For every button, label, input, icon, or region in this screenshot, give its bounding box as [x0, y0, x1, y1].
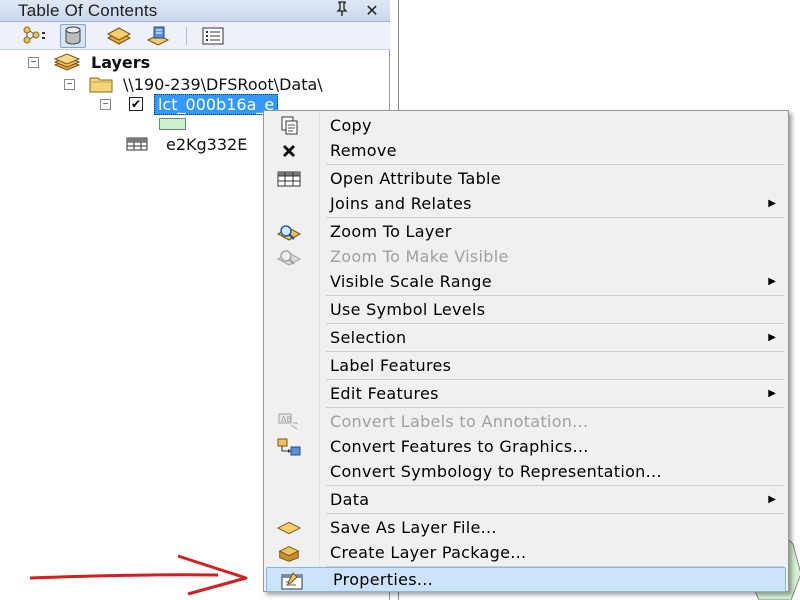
convert-labels-icon: AB: [276, 412, 302, 432]
menu-separator: [326, 217, 784, 218]
menu-item-label: Convert Symbology to Representation...: [330, 462, 662, 481]
remove-icon: [276, 141, 302, 161]
list-by-source-icon[interactable]: [60, 24, 86, 48]
menu-item-label: Label Features: [330, 356, 452, 375]
toolbar-separator: [186, 27, 187, 45]
menu-separator: [326, 323, 784, 324]
menu-separator: [326, 351, 784, 352]
menu-item-label: Properties...: [333, 570, 434, 589]
copy-icon: [276, 116, 302, 136]
menu-item-label: Use Symbol Levels: [330, 300, 486, 319]
submenu-arrow-icon: ▶: [768, 198, 776, 209]
collapse-icon[interactable]: −: [100, 98, 111, 110]
layer-visibility-checkbox[interactable]: ✔: [129, 97, 143, 111]
tree-row-layers[interactable]: − Layers: [28, 51, 150, 73]
close-icon[interactable]: ✕: [362, 1, 382, 21]
menu-item-label: Create Layer Package...: [330, 543, 527, 562]
zoom-to-make-visible-icon: [276, 247, 302, 267]
menu-separator: [326, 295, 784, 296]
menu-item-label: Remove: [330, 141, 397, 160]
toc-title: Table Of Contents: [18, 1, 158, 20]
list-by-selection-icon[interactable]: [146, 24, 172, 48]
menu-separator: [326, 164, 784, 165]
properties-icon: [279, 571, 305, 591]
list-by-visibility-icon[interactable]: [106, 24, 132, 48]
menu-item-label-features[interactable]: Label Features: [264, 353, 788, 378]
menu-item-label: Data: [330, 490, 370, 509]
layer-file-icon: [276, 518, 302, 538]
layer-symbol-swatch[interactable]: [159, 118, 186, 130]
menu-item-label: Copy: [330, 116, 372, 135]
menu-item-convert-features-to-graphics[interactable]: Convert Features to Graphics...: [264, 434, 788, 459]
selected-layer-label[interactable]: lct_000b16a_e: [154, 93, 279, 115]
red-annotation-arrow-icon: [29, 554, 248, 596]
menu-item-create-layer-package[interactable]: Create Layer Package...: [264, 540, 788, 565]
menu-item-visible-scale-range[interactable]: Visible Scale Range ▶: [264, 269, 788, 294]
collapse-icon[interactable]: −: [64, 78, 75, 90]
collapse-icon[interactable]: −: [28, 56, 39, 68]
tree-row-table[interactable]: e2Kg332E: [126, 133, 247, 155]
folder-path-label: \\190-239\DFSRoot\Data\: [123, 74, 323, 94]
menu-item-properties[interactable]: Properties...: [266, 567, 786, 592]
table-icon: [126, 137, 148, 151]
zoom-to-layer-icon: [276, 222, 302, 242]
menu-item-edit-features[interactable]: Edit Features ▶: [264, 381, 788, 406]
list-by-drawing-order-icon[interactable]: [22, 24, 48, 48]
folder-icon: [89, 75, 113, 93]
menu-item-save-as-layer-file[interactable]: Save As Layer File...: [264, 515, 788, 540]
menu-item-remove[interactable]: Remove: [264, 138, 788, 163]
menu-item-label: Edit Features: [330, 384, 439, 403]
options-icon[interactable]: [200, 24, 226, 48]
menu-item-use-symbol-levels[interactable]: Use Symbol Levels: [264, 297, 788, 322]
attribute-table-icon: [276, 169, 302, 189]
tree-row-layer[interactable]: − ✔ lct_000b16a_e: [100, 93, 279, 115]
menu-item-zoom-to-make-visible[interactable]: Zoom To Make Visible: [264, 244, 788, 269]
menu-item-label: Zoom To Layer: [330, 222, 452, 241]
menu-item-convert-symbology-to-representation[interactable]: Convert Symbology to Representation...: [264, 459, 788, 484]
menu-separator: [326, 379, 784, 380]
menu-item-label: Convert Labels to Annotation...: [330, 412, 589, 431]
layers-label: Layers: [91, 52, 151, 72]
convert-features-icon: [276, 437, 302, 457]
menu-item-open-attribute-table[interactable]: Open Attribute Table: [264, 166, 788, 191]
submenu-arrow-icon: ▶: [768, 276, 776, 287]
submenu-arrow-icon: ▶: [768, 494, 776, 505]
layers-icon: [53, 53, 81, 71]
menu-item-copy[interactable]: Copy: [264, 113, 788, 138]
menu-item-label: Visible Scale Range: [330, 272, 492, 291]
menu-item-label: Selection: [330, 328, 407, 347]
table-label: e2Kg332E: [166, 134, 248, 154]
submenu-arrow-icon: ▶: [768, 388, 776, 399]
pin-icon[interactable]: [332, 1, 352, 22]
menu-item-label: Save As Layer File...: [330, 518, 497, 537]
layer-package-icon: [276, 543, 302, 563]
menu-separator: [326, 485, 784, 486]
menu-item-label: Zoom To Make Visible: [330, 247, 509, 266]
menu-item-label: Open Attribute Table: [330, 169, 501, 188]
menu-item-convert-labels-to-annotation[interactable]: AB Convert Labels to Annotation...: [264, 409, 788, 434]
svg-text:AB: AB: [281, 415, 292, 424]
menu-item-data[interactable]: Data ▶: [264, 487, 788, 512]
menu-separator: [326, 513, 784, 514]
submenu-arrow-icon: ▶: [768, 332, 776, 343]
menu-item-label: Convert Features to Graphics...: [330, 437, 589, 456]
menu-separator: [326, 407, 784, 408]
layer-context-menu: Copy Remove Open Attribute Table Joins a…: [263, 110, 789, 592]
tree-row-folder[interactable]: − \\190-239\DFSRoot\Data\: [64, 73, 323, 95]
toc-toolbar: [0, 22, 390, 50]
menu-item-selection[interactable]: Selection ▶: [264, 325, 788, 350]
menu-item-zoom-to-layer[interactable]: Zoom To Layer: [264, 219, 788, 244]
menu-item-label: Joins and Relates: [330, 194, 472, 213]
toc-title-bar[interactable]: Table Of Contents ✕: [0, 0, 390, 22]
menu-item-joins-and-relates[interactable]: Joins and Relates ▶: [264, 191, 788, 216]
